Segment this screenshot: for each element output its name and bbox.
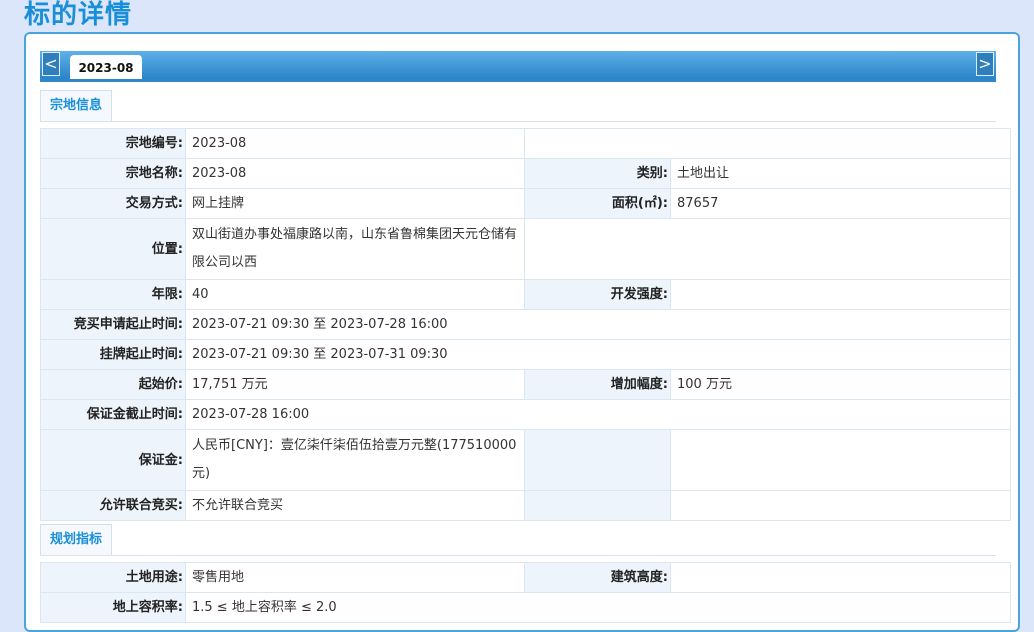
parcel-name-value: 2023-08 bbox=[185, 158, 525, 189]
bid-apply-time-value: 2023-07-21 09:30 至 2023-07-28 16:00 bbox=[185, 309, 1011, 340]
deposit-deadline-value: 2023-07-28 16:00 bbox=[185, 399, 1011, 430]
term-value: 40 bbox=[185, 279, 525, 310]
tab-2023-08[interactable]: 2023-08 bbox=[70, 55, 142, 79]
table-row: 允许联合竞买: 不允许联合竞买 bbox=[40, 490, 1011, 521]
trade-method-value: 网上挂牌 bbox=[185, 188, 525, 219]
empty-cell bbox=[524, 128, 1011, 159]
land-use-label: 土地用途: bbox=[40, 562, 186, 593]
category-value: 土地出让 bbox=[670, 158, 1011, 189]
plot-ratio-label: 地上容积率: bbox=[40, 592, 186, 623]
parcel-info-table: 宗地编号: 2023-08 宗地名称: 2023-08 类别: 土地出让 交易方… bbox=[40, 128, 1011, 521]
table-row: 土地用途: 零售用地 建筑高度: bbox=[40, 562, 1011, 593]
table-row: 起始价: 17,751 万元 增加幅度: 100 万元 bbox=[40, 369, 1011, 400]
start-price-value: 17,751 万元 bbox=[185, 369, 525, 400]
table-row: 位置: 双山街道办事处福康路以南，山东省鲁棉集团天元仓储有限公司以西 bbox=[40, 218, 1011, 280]
dev-intensity-value bbox=[670, 279, 1011, 310]
increment-value: 100 万元 bbox=[670, 369, 1011, 400]
joint-bid-label: 允许联合竞买: bbox=[40, 490, 186, 521]
chevron-left-icon[interactable]: < bbox=[42, 52, 60, 76]
building-height-label: 建筑高度: bbox=[524, 562, 671, 593]
table-row: 年限: 40 开发强度: bbox=[40, 279, 1011, 310]
section-header-parcel: 宗地信息 bbox=[40, 90, 996, 122]
tab-bar: < 2023-08 > bbox=[40, 51, 996, 82]
deposit-deadline-label: 保证金截止时间: bbox=[40, 399, 186, 430]
start-price-label: 起始价: bbox=[40, 369, 186, 400]
parcel-no-label: 宗地编号: bbox=[40, 128, 186, 159]
chevron-right-icon[interactable]: > bbox=[976, 52, 994, 76]
listing-time-label: 挂牌起止时间: bbox=[40, 339, 186, 370]
parcel-no-value: 2023-08 bbox=[185, 128, 525, 159]
category-label: 类别: bbox=[524, 158, 671, 189]
table-row: 保证金: 人民币[CNY]：壹亿柒仟柒佰伍拾壹万元整(177510000元) bbox=[40, 429, 1011, 491]
term-label: 年限: bbox=[40, 279, 186, 310]
location-label: 位置: bbox=[40, 218, 186, 280]
deposit-value: 人民币[CNY]：壹亿柒仟柒佰伍拾壹万元整(177510000元) bbox=[185, 429, 525, 491]
empty-cell bbox=[524, 218, 1011, 280]
table-row: 保证金截止时间: 2023-07-28 16:00 bbox=[40, 399, 1011, 430]
area-value: 87657 bbox=[670, 188, 1011, 219]
section-label-parcel: 宗地信息 bbox=[40, 90, 113, 121]
section-label-planning: 规划指标 bbox=[40, 524, 113, 555]
location-value: 双山街道办事处福康路以南，山东省鲁棉集团天元仓储有限公司以西 bbox=[185, 218, 525, 280]
detail-panel: < 2023-08 > 宗地信息 宗地编号: 2023-08 宗地名称: 202… bbox=[24, 32, 1020, 632]
parcel-name-label: 宗地名称: bbox=[40, 158, 186, 189]
deposit-label: 保证金: bbox=[40, 429, 186, 491]
bid-apply-time-label: 竞买申请起止时间: bbox=[40, 309, 186, 340]
listing-time-value: 2023-07-21 09:30 至 2023-07-31 09:30 bbox=[185, 339, 1011, 370]
area-label: 面积(㎡): bbox=[524, 188, 671, 219]
empty-cell bbox=[670, 490, 1011, 521]
land-use-value: 零售用地 bbox=[185, 562, 525, 593]
empty-label-cell bbox=[524, 490, 671, 521]
plot-ratio-value: 1.5 ≤ 地上容积率 ≤ 2.0 bbox=[185, 592, 1011, 623]
table-row: 竞买申请起止时间: 2023-07-21 09:30 至 2023-07-28 … bbox=[40, 309, 1011, 340]
trade-method-label: 交易方式: bbox=[40, 188, 186, 219]
table-row: 地上容积率: 1.5 ≤ 地上容积率 ≤ 2.0 bbox=[40, 592, 1011, 623]
page-title: 标的详情 bbox=[24, 0, 133, 30]
joint-bid-value: 不允许联合竞买 bbox=[185, 490, 525, 521]
empty-label-cell bbox=[524, 429, 671, 491]
table-row: 宗地名称: 2023-08 类别: 土地出让 bbox=[40, 158, 1011, 189]
planning-info-table: 土地用途: 零售用地 建筑高度: 地上容积率: 1.5 ≤ 地上容积率 ≤ 2.… bbox=[40, 562, 1011, 623]
increment-label: 增加幅度: bbox=[524, 369, 671, 400]
building-height-value bbox=[670, 562, 1011, 593]
section-header-planning: 规划指标 bbox=[40, 524, 996, 556]
table-row: 挂牌起止时间: 2023-07-21 09:30 至 2023-07-31 09… bbox=[40, 339, 1011, 370]
dev-intensity-label: 开发强度: bbox=[524, 279, 671, 310]
empty-cell bbox=[670, 429, 1011, 491]
table-row: 宗地编号: 2023-08 bbox=[40, 128, 1011, 159]
table-row: 交易方式: 网上挂牌 面积(㎡): 87657 bbox=[40, 188, 1011, 219]
